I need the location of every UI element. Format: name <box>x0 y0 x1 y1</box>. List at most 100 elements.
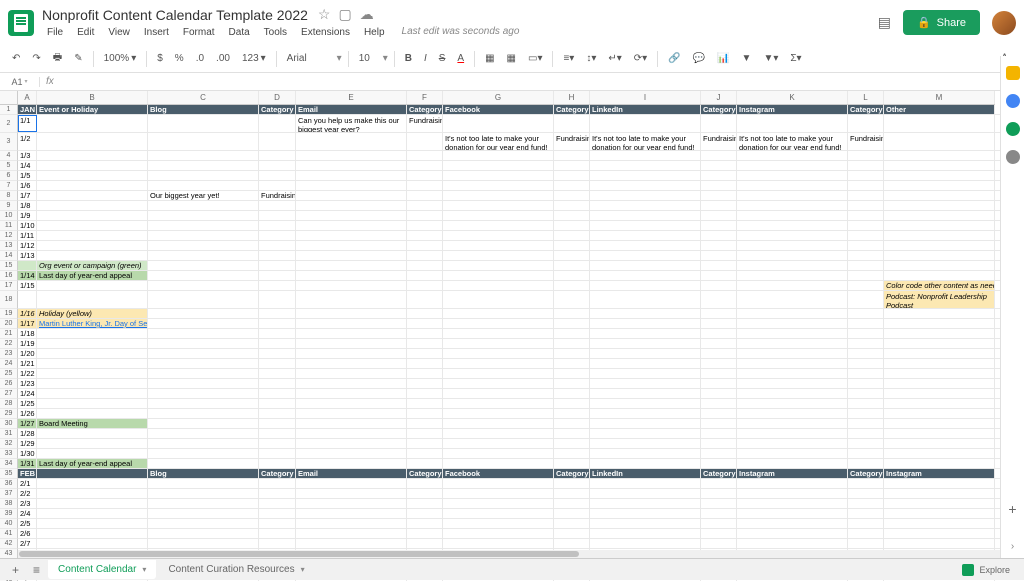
cell[interactable] <box>259 439 296 448</box>
row-header[interactable]: 23 <box>0 349 18 359</box>
format-dec-increase[interactable]: .00 <box>212 50 234 67</box>
menu-extensions[interactable]: Extensions <box>296 26 355 39</box>
cell[interactable] <box>148 339 259 348</box>
cell[interactable] <box>884 389 995 398</box>
cell[interactable] <box>296 349 407 358</box>
cell[interactable]: Category <box>554 105 590 114</box>
row-header[interactable]: 32 <box>0 439 18 449</box>
cell[interactable] <box>848 359 884 368</box>
cell[interactable] <box>296 319 407 328</box>
col-header[interactable]: J <box>701 91 737 104</box>
cell[interactable]: Facebook <box>443 105 554 114</box>
cell[interactable] <box>848 241 884 250</box>
cell[interactable] <box>554 181 590 190</box>
cell[interactable] <box>37 529 148 538</box>
cell[interactable] <box>443 379 554 388</box>
cell[interactable] <box>554 231 590 240</box>
cell[interactable] <box>296 419 407 428</box>
cell[interactable] <box>148 499 259 508</box>
row-header[interactable]: 17 <box>0 281 18 291</box>
cell[interactable]: Category <box>259 105 296 114</box>
cell[interactable] <box>554 379 590 388</box>
row-header[interactable]: 36 <box>0 479 18 489</box>
cell[interactable]: 1/19 <box>18 339 37 348</box>
cell[interactable]: LinkedIn <box>590 469 701 478</box>
cell[interactable] <box>848 369 884 378</box>
cell[interactable] <box>407 339 443 348</box>
cell[interactable] <box>259 181 296 190</box>
cell[interactable] <box>37 221 148 230</box>
row-header[interactable]: 2 <box>0 115 18 133</box>
cell[interactable] <box>848 309 884 318</box>
cell[interactable] <box>296 281 407 290</box>
cell[interactable] <box>737 271 848 280</box>
cell[interactable] <box>848 459 884 468</box>
cell[interactable] <box>407 319 443 328</box>
cell[interactable] <box>737 459 848 468</box>
menu-help[interactable]: Help <box>359 26 390 39</box>
col-header[interactable]: M <box>884 91 995 104</box>
cell[interactable] <box>590 241 701 250</box>
cell[interactable] <box>884 231 995 240</box>
cell[interactable] <box>148 309 259 318</box>
cell[interactable] <box>407 261 443 270</box>
cell[interactable] <box>590 161 701 170</box>
cell[interactable]: Our biggest year yet! <box>148 191 259 200</box>
sheets-logo[interactable] <box>8 10 34 36</box>
col-header[interactable]: A <box>18 91 37 104</box>
cell[interactable] <box>259 151 296 160</box>
cell[interactable] <box>590 221 701 230</box>
cell[interactable] <box>737 115 848 132</box>
sheet-tab-active[interactable]: Content Calendar ▾ <box>48 560 156 579</box>
document-title[interactable]: Nonprofit Content Calendar Template 2022 <box>42 7 308 23</box>
row-header[interactable]: 9 <box>0 201 18 211</box>
cell[interactable] <box>554 201 590 210</box>
cell[interactable]: 1/23 <box>18 379 37 388</box>
cell[interactable] <box>884 191 995 200</box>
font-select[interactable]: Arial <box>283 51 333 66</box>
row-header[interactable]: 37 <box>0 489 18 499</box>
cell[interactable] <box>701 339 737 348</box>
row-header[interactable]: 21 <box>0 329 18 339</box>
cell[interactable] <box>737 489 848 498</box>
cell[interactable] <box>37 281 148 290</box>
col-header[interactable]: G <box>443 91 554 104</box>
merge-icon[interactable]: ▭▾ <box>524 51 546 66</box>
menu-edit[interactable]: Edit <box>72 26 99 39</box>
cell[interactable]: 1/6 <box>18 181 37 190</box>
row-header[interactable]: 5 <box>0 161 18 171</box>
cell[interactable] <box>701 409 737 418</box>
cell[interactable] <box>884 171 995 180</box>
cell[interactable]: It's not too late to make your donation … <box>443 133 554 150</box>
cell[interactable]: LinkedIn <box>590 105 701 114</box>
cell[interactable] <box>148 281 259 290</box>
cell[interactable] <box>259 319 296 328</box>
cell[interactable] <box>590 439 701 448</box>
cell[interactable] <box>259 529 296 538</box>
cell[interactable]: 2/2 <box>18 489 37 498</box>
row-header[interactable]: 16 <box>0 271 18 281</box>
cell[interactable] <box>737 379 848 388</box>
cell[interactable] <box>590 211 701 220</box>
cell[interactable] <box>848 171 884 180</box>
cell[interactable] <box>259 281 296 290</box>
cell[interactable] <box>148 529 259 538</box>
cell[interactable] <box>590 359 701 368</box>
cell[interactable] <box>701 449 737 458</box>
cell[interactable]: Instagram <box>737 469 848 478</box>
cell[interactable] <box>701 399 737 408</box>
borders-icon[interactable]: ▦ <box>503 50 520 67</box>
cell[interactable] <box>37 539 148 548</box>
cell[interactable] <box>590 329 701 338</box>
cell[interactable] <box>443 339 554 348</box>
cell[interactable] <box>701 539 737 548</box>
cell[interactable] <box>407 161 443 170</box>
cell[interactable] <box>296 379 407 388</box>
redo-icon[interactable]: ↷ <box>28 50 44 67</box>
cell[interactable] <box>884 181 995 190</box>
cell[interactable] <box>259 133 296 150</box>
cell[interactable] <box>737 221 848 230</box>
cell[interactable] <box>443 409 554 418</box>
cell[interactable] <box>259 519 296 528</box>
cell[interactable] <box>443 309 554 318</box>
